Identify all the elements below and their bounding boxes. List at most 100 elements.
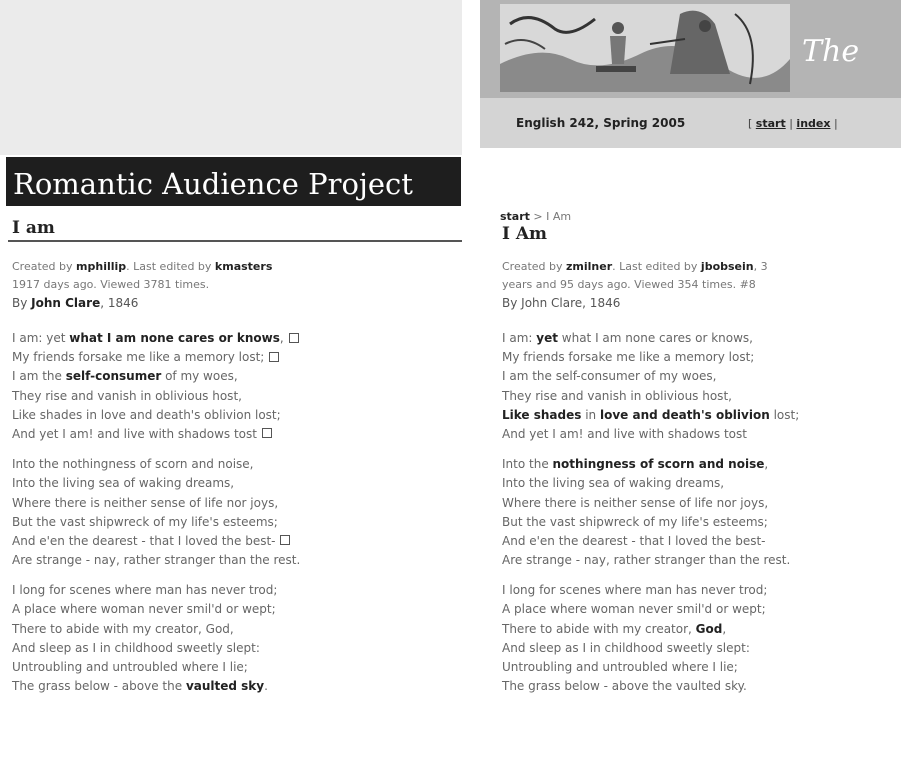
poem-text: The grass below - above the vaulted sky. [502, 679, 747, 694]
poem-text: They rise and vanish in oblivious host, [502, 388, 732, 403]
poem-line: And yet I am! and live with shadows tost [12, 425, 300, 444]
meta-text: Created by [502, 260, 567, 273]
poem-text: They rise and vanish in oblivious host, [12, 388, 242, 403]
meta-text: . Last edited by [126, 260, 215, 273]
poem-text: , [722, 621, 727, 636]
highlighted-phrase[interactable]: Like shades [502, 408, 581, 422]
poem-text: Where there is neither sense of life nor… [12, 495, 279, 510]
meta-text: , 3 [753, 260, 768, 273]
nav-separator: | [830, 117, 838, 130]
poem-line: But the vast shipwreck of my life's este… [502, 513, 799, 532]
poem-text: , [764, 457, 769, 472]
poem-line: Into the living sea of waking dreams, [12, 474, 300, 493]
poem-body: I am: yet what I am none cares or knows,… [502, 329, 799, 707]
poem-text: There to abide with my creator, [502, 621, 696, 636]
note-icon[interactable] [261, 428, 272, 439]
byline: By John Clare, 1846 [12, 296, 138, 310]
poem-text: I long for scenes where man has never tr… [12, 583, 278, 598]
creator-link[interactable]: mphillip [76, 260, 126, 273]
highlighted-phrase[interactable]: vaulted sky [186, 679, 264, 693]
poem-line: My friends forsake me like a memory lost… [502, 348, 799, 367]
poem-text: Into the nothingness of scorn and noise, [12, 457, 254, 472]
note-icon[interactable] [280, 535, 291, 546]
highlighted-phrase[interactable]: God [696, 622, 723, 636]
poem-text: And e'en the dearest - that I loved the … [502, 533, 766, 548]
poem-text: Into the living sea of waking dreams, [502, 476, 725, 491]
page-title: I am [12, 218, 55, 238]
poem-text: And sleep as I in childhood sweetly slep… [12, 640, 260, 655]
note-icon[interactable] [269, 351, 280, 362]
poem-text: I am the self-consumer of my woes, [502, 369, 717, 384]
breadcrumb-current: I Am [546, 210, 572, 223]
right-wiki-page: The English 242, Spring 2005 [ start | i… [480, 0, 901, 784]
poem-body: I am: yet what I am none cares or knows,… [12, 329, 300, 707]
page-title: I Am [502, 224, 548, 244]
poem-line: There to abide with my creator, God, [12, 620, 300, 639]
nav-index-link[interactable]: index [796, 117, 830, 130]
poem-line: They rise and vanish in oblivious host, [12, 387, 300, 406]
poem-line: My friends forsake me like a memory lost… [12, 348, 300, 367]
byline-year: , 1846 [100, 296, 139, 310]
poem-line: Like shades in love and death's oblivion… [502, 406, 799, 425]
poem-text: Where there is neither sense of life nor… [502, 495, 769, 510]
note-icon[interactable] [288, 332, 299, 343]
author-link[interactable]: John Clare [31, 296, 100, 310]
poem-line: And sleep as I in childhood sweetly slep… [502, 639, 799, 658]
meta-text: . Last edited by [612, 260, 701, 273]
page-meta: Created by zmilner. Last edited by jbobs… [502, 258, 768, 313]
highlighted-phrase[interactable]: love and death's oblivion [600, 408, 770, 422]
poem-line: But the vast shipwreck of my life's este… [12, 513, 300, 532]
poem-text: There to abide with my creator, God, [12, 621, 234, 636]
poem-text: And yet I am! and live with shadows tost [12, 426, 257, 441]
poem-line: I am: yet what I am none cares or knows, [502, 329, 799, 348]
poem-text: Into the living sea of waking dreams, [12, 476, 235, 491]
meta-age-views: years and 95 days ago. Viewed 354 times.… [502, 278, 756, 291]
course-title: English 242, Spring 2005 [516, 116, 686, 130]
breadcrumb-start-link[interactable]: start [500, 210, 530, 223]
creator-link[interactable]: zmilner [566, 260, 612, 273]
poem-text: in [581, 407, 600, 422]
breadcrumb-separator: > [529, 210, 547, 223]
banner-title: The [802, 34, 860, 69]
highlighted-phrase[interactable]: nothingness of scorn and noise [553, 457, 765, 471]
poem-line: Where there is neither sense of life nor… [502, 494, 799, 513]
poem-text: . [264, 679, 268, 694]
poem-line: Where there is neither sense of life nor… [12, 494, 300, 513]
poem-line: Into the nothingness of scorn and noise, [502, 455, 799, 474]
highlighted-phrase[interactable]: self-consumer [66, 369, 162, 383]
poem-text: And sleep as I in childhood sweetly slep… [502, 640, 750, 655]
meta-text: Created by [12, 260, 77, 273]
poem-text: Into the [502, 457, 553, 472]
poem-text: But the vast shipwreck of my life's este… [12, 514, 278, 529]
poem-line: Into the nothingness of scorn and noise, [12, 455, 300, 474]
highlighted-phrase[interactable]: yet [536, 331, 558, 345]
poem-text: The grass below - above the [12, 679, 186, 694]
poem-line: They rise and vanish in oblivious host, [502, 387, 799, 406]
poem-line: I am the self-consumer of my woes, [502, 367, 799, 386]
page-meta: Created by mphillip. Last edited by kmas… [12, 258, 272, 313]
poem-line: And e'en the dearest - that I loved the … [12, 532, 300, 551]
header-blank-area [0, 0, 462, 155]
poem-text: And e'en the dearest - that I loved the … [12, 533, 276, 548]
nav-separator: | [785, 117, 797, 130]
highlighted-phrase[interactable]: what I am none cares or knows [69, 331, 280, 345]
poem-text: what I am none cares or knows, [557, 331, 753, 345]
top-nav: [ start | index | [748, 117, 838, 130]
nav-start-link[interactable]: start [756, 117, 786, 130]
poem-line: A place where woman never smil'd or wept… [502, 600, 799, 619]
byline: By John Clare, 1846 [502, 296, 621, 310]
poem-line: There to abide with my creator, God, [502, 620, 799, 639]
poem-text: of my woes, [161, 369, 238, 384]
editor-link[interactable]: jbobsein [701, 260, 754, 273]
project-title[interactable]: Romantic Audience Project [13, 162, 461, 206]
poem-line: I am the self-consumer of my woes, [12, 367, 300, 386]
poem-text: My friends forsake me like a memory lost… [12, 350, 265, 365]
meta-age-views: 1917 days ago. Viewed 3781 times. [12, 278, 210, 291]
poem-text: I am: [502, 331, 537, 345]
poem-line: Untroubling and untroubled where I lie; [12, 658, 300, 677]
poem-stanza: I long for scenes where man has never tr… [12, 581, 300, 696]
editor-link[interactable]: kmasters [215, 260, 272, 273]
poem-text: And yet I am! and live with shadows tost [502, 426, 747, 441]
poem-text: Are strange - nay, rather stranger than … [12, 553, 301, 568]
poem-text: Untroubling and untroubled where I lie; [502, 660, 738, 674]
